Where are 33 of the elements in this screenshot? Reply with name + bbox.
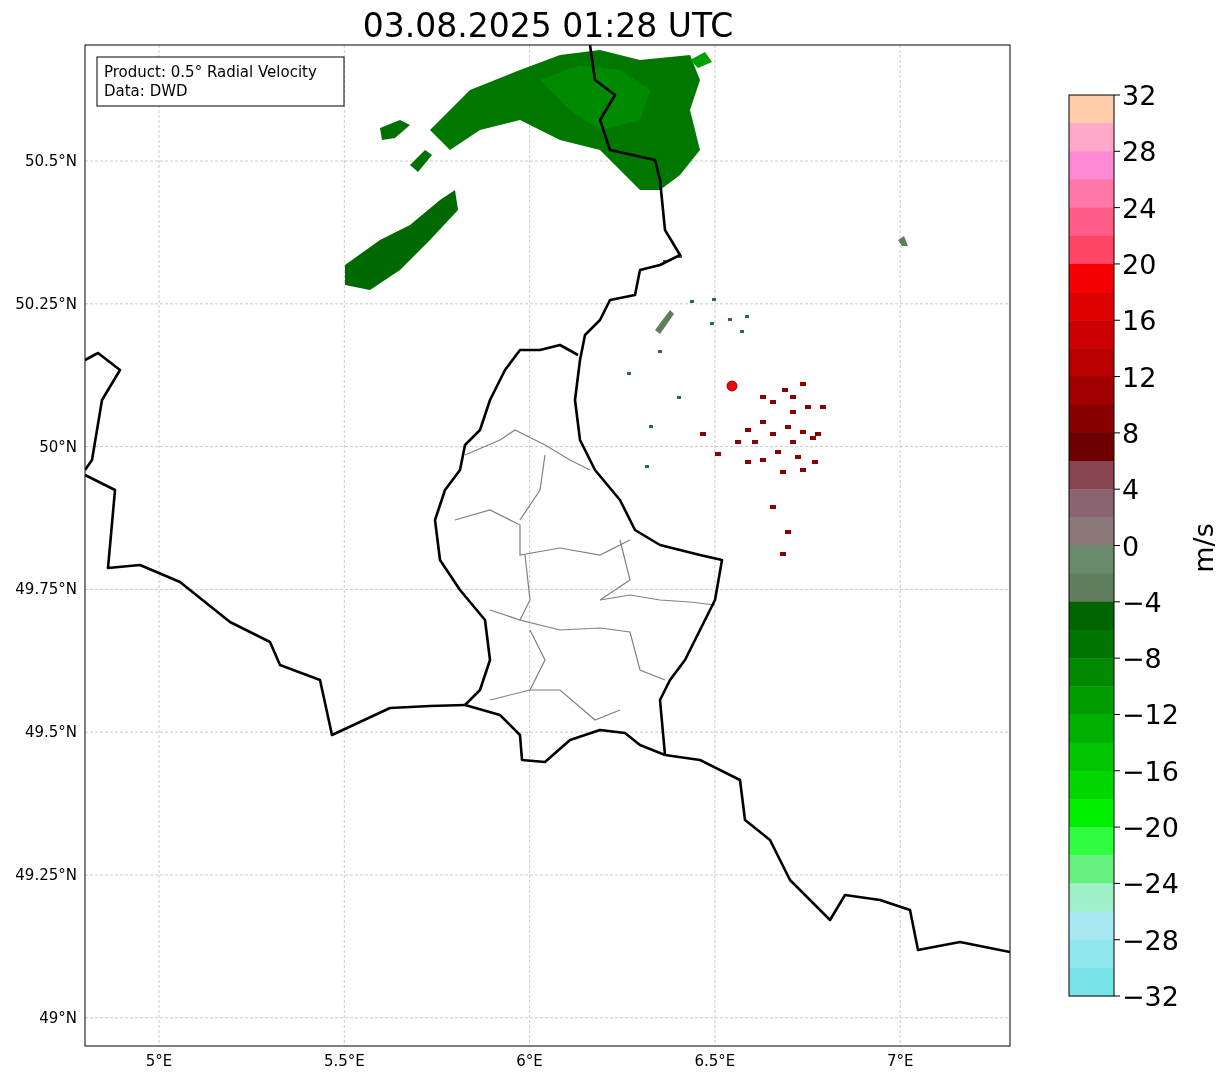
colorbar-tick-label: −12 [1122, 699, 1179, 731]
axis-tick-label: 6°E [516, 1052, 543, 1070]
colorbar-tick-label: 4 [1122, 474, 1140, 506]
colorbar-tick-label: −20 [1122, 812, 1179, 844]
axis-tick-label: 7°E [886, 1052, 914, 1070]
axis-tick-label: 5.5°E [323, 1052, 365, 1070]
colorbar-tick-label: −24 [1122, 868, 1179, 900]
legend-text: Product: 0.5° Radial Velocity [104, 63, 317, 81]
colorbar-label: m/s [1188, 523, 1219, 573]
axis-tick-label: 49.5°N [24, 723, 77, 742]
axis-tick-label: 49°N [39, 1008, 77, 1027]
colorbar-tick-label: −28 [1122, 924, 1179, 956]
colorbar-tick-label: 8 [1122, 417, 1140, 449]
colorbar-tick-label: 12 [1122, 361, 1157, 393]
colorbar-tick-label: 28 [1122, 136, 1157, 168]
axis-tick-label: 50°N [39, 437, 77, 456]
colorbar-tick-label: 20 [1122, 248, 1157, 280]
colorbar-tick-label: −4 [1122, 586, 1162, 618]
colorbar-tick-label: −8 [1122, 643, 1162, 675]
axis-tick-label: 6.5°E [694, 1052, 736, 1070]
colorbar-tick-label: 16 [1122, 305, 1157, 337]
colorbar-tick-label: 32 [1122, 80, 1157, 111]
axis-tick-label: 50.25°N [15, 294, 77, 313]
axis-tick-label: 49.75°N [15, 580, 77, 599]
axis-tick-label: 5°E [145, 1052, 173, 1070]
legend-text: Data: DWD [104, 82, 188, 100]
colorbar-tick-label: 0 [1122, 530, 1140, 562]
axis-tick-label: 50.5°N [24, 152, 77, 170]
colorbar-tick-label: −32 [1122, 981, 1179, 1012]
colorbar-tick-label: 24 [1122, 192, 1157, 224]
chart-title: 03.08.2025 01:28 UTC [362, 6, 734, 45]
colorbar-tick-label: −16 [1122, 755, 1179, 787]
axis-tick-label: 49.25°N [15, 866, 77, 884]
